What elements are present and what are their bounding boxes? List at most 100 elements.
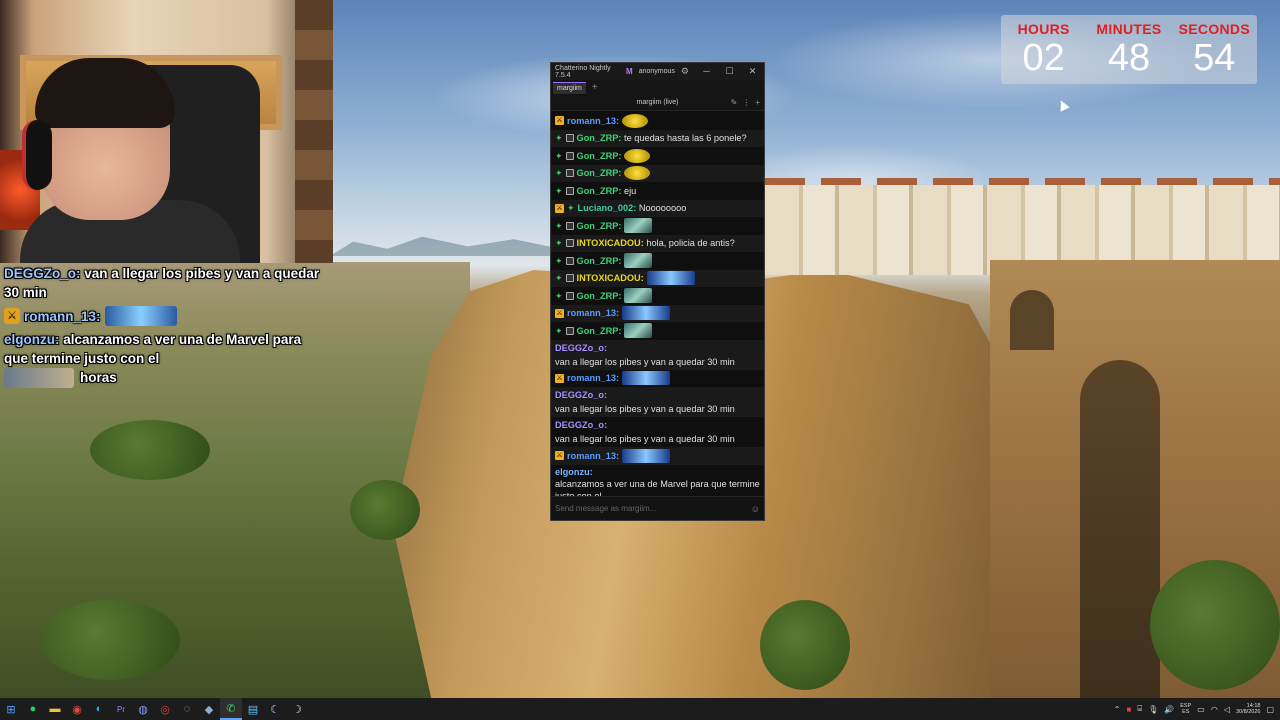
chat-username[interactable]: romann_13: xyxy=(567,372,619,384)
timer-hours-value: 02 xyxy=(1022,37,1065,79)
chat-message[interactable]: ✦ Gon_ZRP: xyxy=(551,287,764,305)
chat-message[interactable]: ✦ INTOXICADOU: hola, policia de antis? xyxy=(551,234,764,252)
stream-chat-overlay: DEGGZo_o: van a llegar los pibes y van a… xyxy=(4,264,326,389)
maximize-button[interactable]: ☐ xyxy=(718,66,741,77)
chat-username[interactable]: elgonzu: xyxy=(555,466,593,478)
chat-text: van a llegar los pibes y van a quedar 30… xyxy=(555,356,735,367)
timer-seconds-value: 54 xyxy=(1193,37,1236,79)
speaker-icon[interactable]: ◁ xyxy=(1224,705,1230,714)
chat-username[interactable]: Gon_ZRP: xyxy=(577,167,622,179)
chat-text: van a llegar los pibes y van a quedar 30… xyxy=(555,434,735,444)
close-button[interactable]: ✕ xyxy=(741,66,764,77)
chat-message[interactable]: ⚔ romann_13: xyxy=(551,112,764,130)
chevron-up-icon[interactable]: ⌃ xyxy=(1114,705,1121,714)
edge-icon[interactable]: ◐ xyxy=(88,698,110,720)
pencil-icon[interactable]: ✎ xyxy=(731,98,738,107)
app-icon[interactable]: ◌ xyxy=(176,698,198,720)
twitch-account-icon[interactable]: M xyxy=(626,67,633,76)
chat-username[interactable]: DEGGZo_o: xyxy=(555,389,607,401)
wallpaper-bridge-arch xyxy=(1080,360,1160,698)
emote-icon xyxy=(624,288,653,304)
whatsapp-icon[interactable]: ✆ xyxy=(220,698,242,720)
add-split-icon[interactable]: + xyxy=(755,98,760,107)
channel-name[interactable]: margiim (live) xyxy=(637,99,679,106)
chat-message[interactable]: ✦ Gon_ZRP: te quedas hasta las 6 ponele? xyxy=(551,129,764,147)
gear-icon[interactable]: ⚙ xyxy=(681,66,689,77)
chrome-icon[interactable]: ◉ xyxy=(66,698,88,720)
chat-username[interactable]: Gon_ZRP: xyxy=(577,185,622,197)
chat-message[interactable]: ⚔ romann_13: xyxy=(551,447,764,465)
language-indicator[interactable]: ESP ES xyxy=(1180,703,1191,715)
notepad-icon[interactable]: ▤ xyxy=(242,698,264,720)
chat-message[interactable]: DEGGZo_o: van a llegar los pibes y van a… xyxy=(551,339,764,370)
chat-username[interactable]: DEGGZo_o: xyxy=(555,342,607,354)
account-name[interactable]: anonymous xyxy=(639,68,675,75)
chat-text: alcanzamos a ver una de Marvel para que … xyxy=(555,478,760,497)
minimize-button[interactable]: ─ xyxy=(695,66,718,77)
chat-message[interactable]: elgonzu: alcanzamos a ver una de Marvel … xyxy=(551,465,764,497)
chat-username[interactable]: Gon_ZRP: xyxy=(577,325,622,337)
file-explorer-icon[interactable]: ▬ xyxy=(44,698,66,720)
window-title-bar[interactable]: Chatterino Nightly 7.5.4 M anonymous ⚙ ─… xyxy=(551,63,764,80)
more-options-icon[interactable]: ⋮ xyxy=(742,98,750,107)
chat-username[interactable]: Gon_ZRP: xyxy=(577,150,622,162)
chat-message[interactable]: ✦ Gon_ZRP: xyxy=(551,147,764,165)
chatterino-window[interactable]: Chatterino Nightly 7.5.4 M anonymous ⚙ ─… xyxy=(550,62,765,521)
moderator-badge-icon: ⚔ xyxy=(555,373,564,383)
windows-start-icon[interactable]: ⊞ xyxy=(0,698,22,720)
chat-message[interactable]: ✦ Gon_ZRP: xyxy=(551,322,764,340)
webcam-streamer-hair xyxy=(35,58,175,128)
microphone-icon[interactable]: 🎙 xyxy=(1148,705,1158,714)
chat-message[interactable]: DEGGZo_o: van a llegar los pibes y van a… xyxy=(551,387,764,417)
chat-username[interactable]: Gon_ZRP: xyxy=(577,255,622,267)
chatterino-nightly-icon[interactable]: ☽ xyxy=(286,698,308,720)
spotify-icon[interactable]: ● xyxy=(22,698,44,720)
chat-message[interactable]: DEGGZo_o: van a llegar los pibes y van a… xyxy=(551,417,764,447)
gift-badge-icon xyxy=(565,291,574,300)
subscriber-badge-icon: ✦ xyxy=(555,238,563,249)
emote-icon xyxy=(624,166,651,181)
chat-username[interactable]: Luciano_002: xyxy=(578,202,637,214)
chatterino-icon[interactable]: ☾ xyxy=(264,698,286,720)
network-icon[interactable]: ⌸ xyxy=(1137,704,1142,714)
chat-username[interactable]: romann_13: xyxy=(567,115,619,127)
clock[interactable]: 14:18 30/8/2026 xyxy=(1236,703,1260,716)
message-input[interactable] xyxy=(555,504,745,513)
tray-app-icon[interactable]: ■ xyxy=(1126,705,1131,714)
chat-message[interactable]: ✦ Gon_ZRP: xyxy=(551,217,764,235)
chat-message[interactable]: ✦ Gon_ZRP: eju xyxy=(551,182,764,200)
add-tab-button[interactable]: + xyxy=(592,82,598,93)
chat-username[interactable]: INTOXICADOU: xyxy=(577,237,644,249)
discord-icon[interactable]: ◍ xyxy=(132,698,154,720)
subscriber-badge-icon: ✦ xyxy=(555,220,563,231)
emote-icon xyxy=(622,371,671,386)
chat-message[interactable]: ⚔ romann_13: xyxy=(551,304,764,322)
chat-username[interactable]: DEGGZo_o: xyxy=(555,419,607,431)
gift-badge-icon xyxy=(565,134,574,143)
chat-username[interactable]: romann_13: xyxy=(567,307,619,319)
chat-username[interactable]: romann_13: xyxy=(567,450,619,462)
wifi-icon[interactable]: ◠ xyxy=(1211,705,1218,714)
gift-badge-icon xyxy=(565,169,574,178)
subscriber-badge-icon: ✦ xyxy=(555,185,563,196)
emote-picker-icon[interactable]: ☺ xyxy=(751,504,760,514)
chat-username[interactable]: Gon_ZRP: xyxy=(577,290,622,302)
chat-username[interactable]: Gon_ZRP: xyxy=(577,132,622,144)
display-icon[interactable]: ▭ xyxy=(1197,705,1205,714)
chat-message[interactable]: ✦ Gon_ZRP: xyxy=(551,252,764,270)
premiere-icon[interactable]: Pr xyxy=(110,698,132,720)
chat-message[interactable]: ⚔ romann_13: xyxy=(551,370,764,388)
obs-icon[interactable]: ◎ xyxy=(154,698,176,720)
wallpaper-bridge-window xyxy=(1010,290,1054,350)
chat-message[interactable]: ✦ INTOXICADOU: xyxy=(551,269,764,287)
notifications-icon[interactable]: ▢ xyxy=(1266,705,1274,714)
taskbar: ⊞ ● ▬ ◉ ◐ Pr ◍ ◎ ◌ ◆ ✆ ▤ ☾ ☽ ⌃ ■ ⌸ 🎙 🔊 E… xyxy=(0,698,1280,720)
chat-message[interactable]: ✦ Gon_ZRP: xyxy=(551,164,764,182)
tab-margiim[interactable]: margiim xyxy=(553,81,586,94)
steam-icon[interactable]: ◆ xyxy=(198,698,220,720)
chat-username[interactable]: INTOXICADOU: xyxy=(577,272,644,284)
chat-message[interactable]: ⚔ ✦ Luciano_002: Noooooooo xyxy=(551,199,764,217)
chat-message-list[interactable]: ⚔ romann_13: ✦ Gon_ZRP: te quedas hasta … xyxy=(551,112,764,496)
volume-icon[interactable]: 🔊 xyxy=(1164,705,1174,714)
chat-username[interactable]: Gon_ZRP: xyxy=(577,220,622,232)
